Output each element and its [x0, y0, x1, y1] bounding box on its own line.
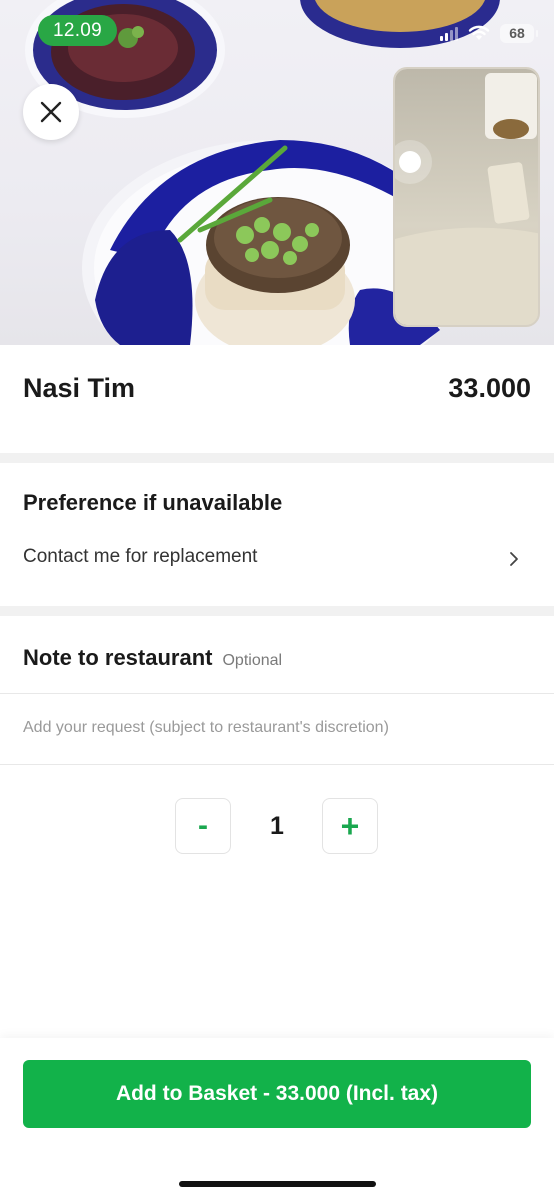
item-price: 33.000 — [448, 373, 531, 403]
preference-selector[interactable]: Contact me for replacement — [0, 532, 554, 588]
close-icon — [40, 101, 62, 123]
note-input[interactable]: Add your request (subject to restaurant'… — [23, 719, 389, 737]
video-call-preview[interactable] — [393, 67, 540, 327]
add-to-basket-button[interactable]: Add to Basket - 33.000 (Incl. tax) — [23, 1060, 531, 1128]
divider-line — [0, 693, 554, 694]
wifi-icon — [468, 25, 490, 40]
section-divider — [0, 606, 554, 616]
decrease-quantity-button[interactable]: - — [175, 798, 231, 854]
signal-icon — [440, 25, 458, 41]
status-icons: 68 — [440, 22, 538, 44]
food-hero-image: 12.09 68 — [0, 0, 554, 345]
preference-title: Preference if unavailable — [23, 490, 283, 515]
quantity-value: 1 — [270, 812, 284, 840]
camera-preview-image — [395, 69, 538, 325]
item-header: Nasi Tim 33.000 — [0, 345, 554, 453]
chevron-right-icon — [510, 552, 518, 566]
preference-value: Contact me for replacement — [23, 546, 258, 567]
home-indicator[interactable] — [179, 1181, 376, 1187]
divider-line — [0, 764, 554, 765]
status-time: 12.09 — [38, 15, 117, 46]
increase-quantity-button[interactable]: + — [322, 798, 378, 854]
section-divider — [0, 453, 554, 463]
battery-icon: 68 — [500, 23, 538, 43]
note-title: Note to restaurant Optional — [23, 645, 282, 671]
close-button[interactable] — [23, 84, 79, 140]
item-name: Nasi Tim — [23, 373, 136, 403]
note-title-label: Note to restaurant — [23, 645, 213, 670]
optional-label: Optional — [222, 652, 283, 669]
bottom-action-bar: Add to Basket - 33.000 (Incl. tax) — [0, 1038, 554, 1200]
